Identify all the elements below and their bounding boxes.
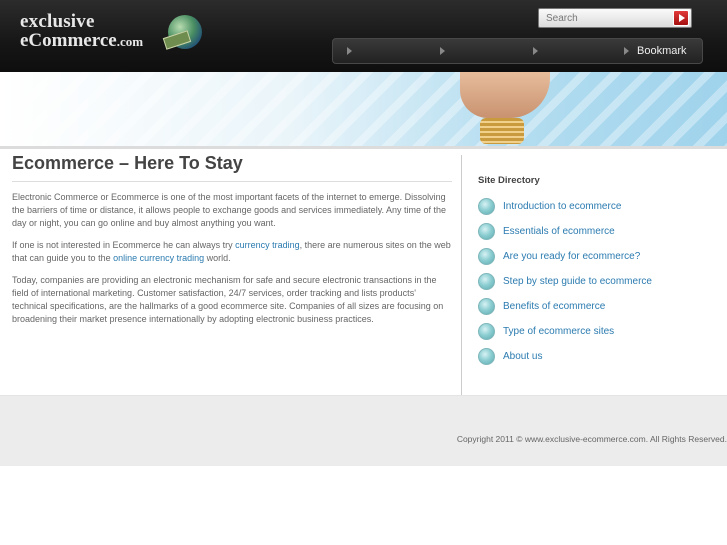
page-title: Ecommerce – Here To Stay <box>12 153 452 182</box>
site-directory: Site Directory Introduction to ecommerce… <box>478 175 723 369</box>
logo-line2: eCommerce.com <box>20 30 144 51</box>
article: Ecommerce – Here To Stay Electronic Comm… <box>12 153 452 326</box>
logo-line1: exclusive <box>20 11 95 32</box>
arrow-right-icon <box>347 47 352 55</box>
nav-item-bookmark[interactable]: Bookmark <box>624 39 687 63</box>
hero-banner <box>0 72 727 146</box>
article-paragraph: Electronic Commerce or Ecommerce is one … <box>12 192 447 228</box>
bullet-icon <box>478 273 495 290</box>
coin-stack-image <box>480 118 524 144</box>
site-header: exclusive eCommerce.com Bookmark <box>0 0 727 72</box>
bullet-icon <box>478 248 495 265</box>
article-paragraph: Today, companies are providing an electr… <box>12 275 444 324</box>
arrow-right-icon <box>624 47 629 55</box>
sidebar-item-about-us[interactable]: About us <box>478 344 723 369</box>
online-currency-trading-link[interactable]: online currency trading <box>113 253 204 263</box>
banner-stripes <box>0 72 727 146</box>
bullet-icon <box>478 348 495 365</box>
sidebar-item-are-you-ready[interactable]: Are you ready for ecommerce? <box>478 244 723 269</box>
search-input[interactable] <box>539 9 669 27</box>
site-logo[interactable]: exclusive eCommerce.com <box>20 12 143 51</box>
search-box <box>538 8 692 28</box>
sidebar-item-types[interactable]: Type of ecommerce sites <box>478 319 723 344</box>
main-panel: Ecommerce – Here To Stay Electronic Comm… <box>0 146 727 396</box>
top-nav: Bookmark <box>332 38 703 64</box>
nav-item-2[interactable] <box>440 39 453 63</box>
sidebar-item-benefits[interactable]: Benefits of ecommerce <box>478 294 723 319</box>
bullet-icon <box>478 323 495 340</box>
copyright-text: Copyright 2011 © www.exclusive-ecommerce… <box>456 434 727 444</box>
currency-trading-link[interactable]: currency trading <box>235 240 300 250</box>
nav-item-1[interactable] <box>347 39 360 63</box>
arrow-right-icon <box>533 47 538 55</box>
sidebar-item-essentials[interactable]: Essentials of ecommerce <box>478 219 723 244</box>
sidebar-item-introduction[interactable]: Introduction to ecommerce <box>478 194 723 219</box>
arrow-right-icon <box>440 47 445 55</box>
article-paragraph: If one is not interested in Ecommerce he… <box>12 240 451 263</box>
search-submit-button[interactable] <box>673 10 689 26</box>
bullet-icon <box>478 223 495 240</box>
column-divider <box>461 155 462 395</box>
sidebar-item-step-by-step[interactable]: Step by step guide to ecommerce <box>478 269 723 294</box>
site-footer: Copyright 2011 © www.exclusive-ecommerce… <box>0 396 727 466</box>
sidebar-title: Site Directory <box>478 175 540 186</box>
bullet-icon <box>478 198 495 215</box>
nav-item-3[interactable] <box>533 39 546 63</box>
bullet-icon <box>478 298 495 315</box>
